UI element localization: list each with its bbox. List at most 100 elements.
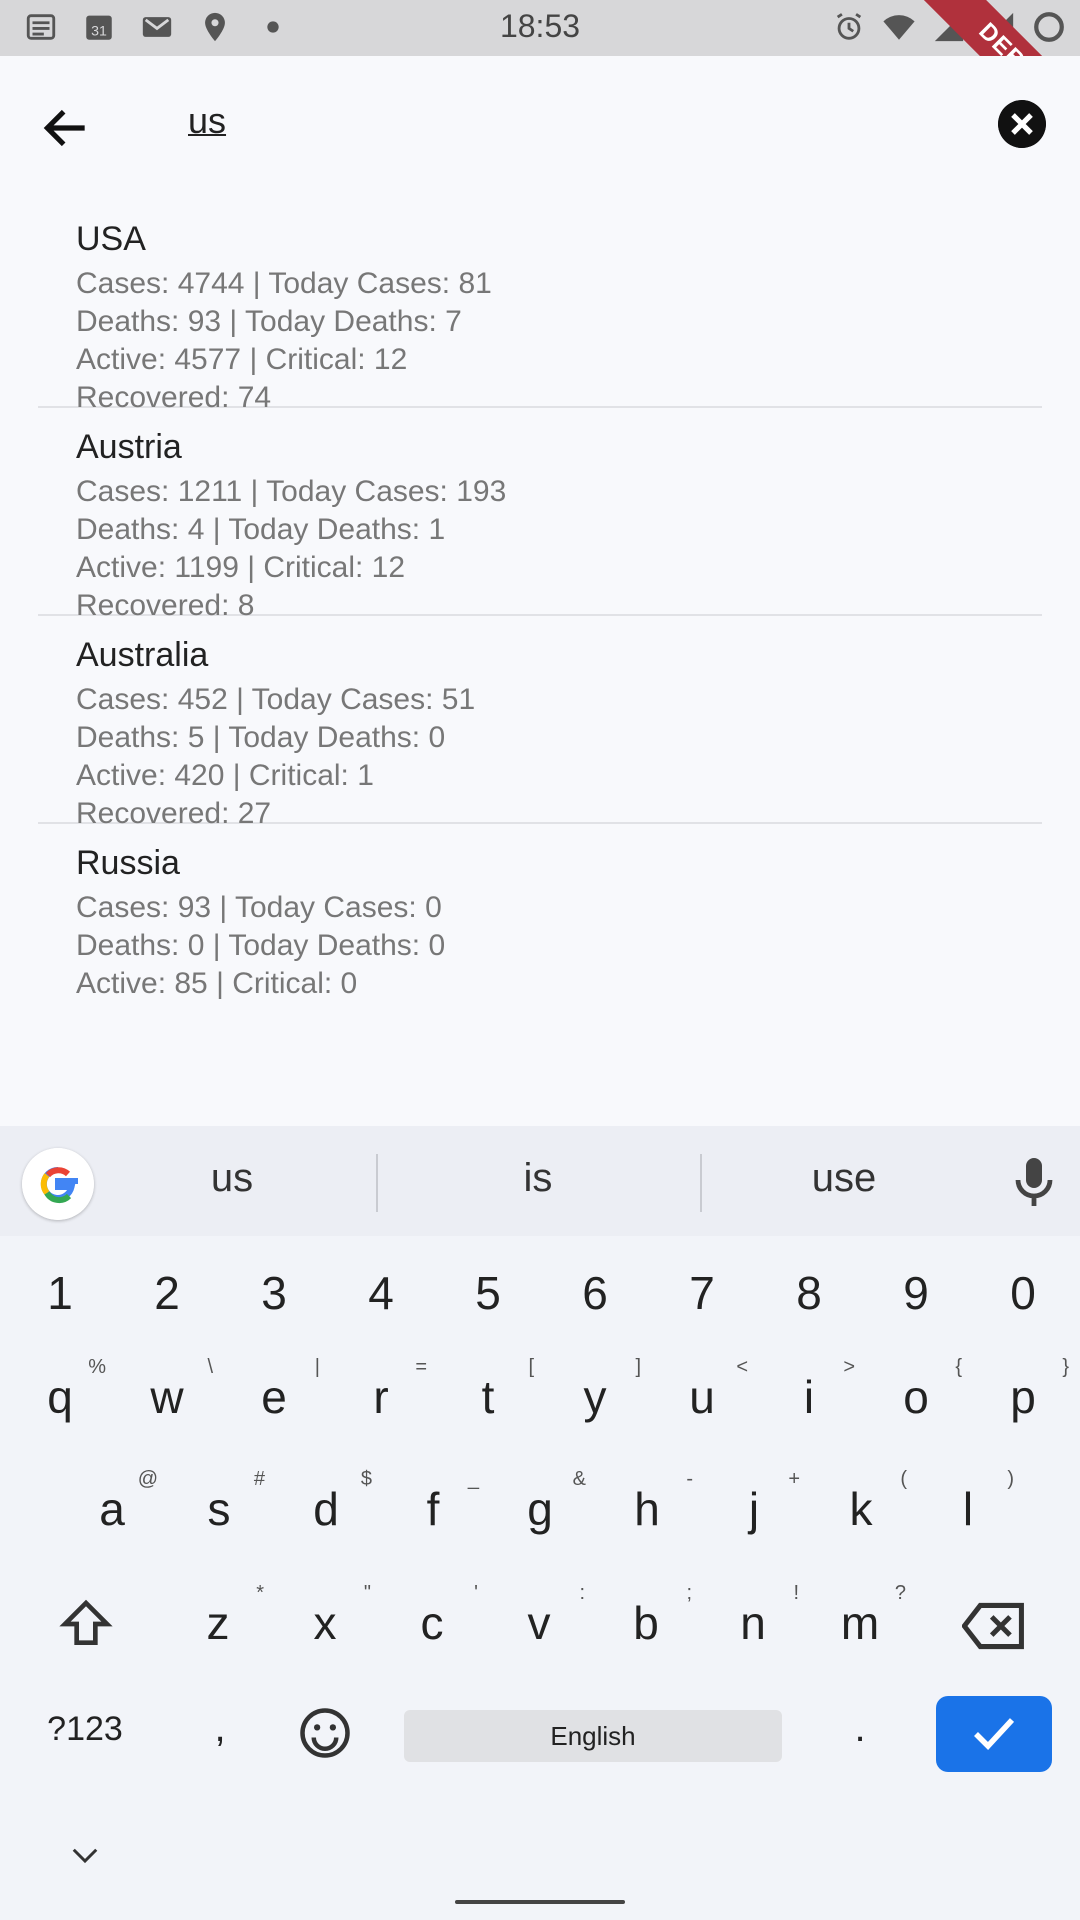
key-alt-label: | <box>314 1356 320 1378</box>
comma-key[interactable]: , <box>176 1706 264 1751</box>
backspace-icon[interactable] <box>962 1600 1026 1652</box>
letter-key-h[interactable]: h- <box>603 1468 693 1536</box>
letter-key-a[interactable]: a @ <box>68 1468 158 1536</box>
letter-key-l[interactable]: l) <box>924 1468 1014 1536</box>
key-alt-label: = <box>415 1356 427 1378</box>
clear-search-icon[interactable] <box>998 100 1046 148</box>
key-alt-label: { <box>955 1356 962 1378</box>
letter-key-v[interactable]: v: <box>495 1582 586 1650</box>
key-alt-label: + <box>788 1468 800 1490</box>
list-item[interactable]: Australia Cases: 452 | Today Cases: 51 D… <box>38 616 1042 830</box>
deaths-line: Deaths: 93 | Today Deaths: 7 <box>76 305 462 338</box>
number-key-7[interactable]: 7 <box>658 1266 746 1320</box>
microphone-icon[interactable] <box>1010 1154 1058 1210</box>
letter-key-k[interactable]: k( <box>817 1468 908 1536</box>
active-line: Active: 4577 | Critical: 12 <box>76 343 408 376</box>
letter-key-x[interactable]: x " <box>281 1582 372 1650</box>
letter-key-n[interactable]: n! <box>709 1582 799 1650</box>
letter-key-f[interactable]: f _ <box>389 1468 479 1536</box>
enter-button[interactable] <box>936 1696 1052 1772</box>
cases-line: Cases: 452 | Today Cases: 51 <box>76 683 476 716</box>
cases-line: Cases: 93 | Today Cases: 0 <box>76 891 442 924</box>
shift-icon[interactable] <box>56 1596 116 1652</box>
status-bar: 31 18:53 DEBUG <box>0 0 1080 164</box>
number-key-3[interactable]: 3 <box>230 1266 318 1320</box>
number-key-4[interactable]: 4 <box>337 1266 425 1320</box>
list-item[interactable]: USA Cases: 4744 | Today Cases: 81 Deaths… <box>38 200 1042 414</box>
country-name: USA <box>76 220 146 258</box>
letter-key-y[interactable]: y] <box>551 1356 642 1424</box>
checkmark-icon <box>974 1718 1015 1751</box>
number-key-2[interactable]: 2 <box>123 1266 211 1320</box>
key-label: h <box>634 1483 660 1535</box>
key-label: v <box>527 1597 551 1649</box>
letter-key-i[interactable]: i > <box>765 1356 855 1424</box>
suggestion-2[interactable]: is <box>388 1156 688 1201</box>
deaths-line: Deaths: 4 | Today Deaths: 1 <box>76 513 446 546</box>
key-alt-label: - <box>686 1468 693 1490</box>
key-alt-label: * <box>256 1582 264 1604</box>
number-key-6[interactable]: 6 <box>551 1266 639 1320</box>
letter-key-b[interactable]: b; <box>602 1582 692 1650</box>
number-key-5[interactable]: 5 <box>444 1266 532 1320</box>
letter-key-u[interactable]: u < <box>658 1356 748 1424</box>
key-label: 6 <box>582 1267 608 1319</box>
home-indicator[interactable] <box>455 1900 625 1904</box>
space-bar[interactable]: English <box>404 1710 782 1762</box>
number-key-1[interactable]: 1 <box>16 1266 104 1320</box>
key-label: i <box>803 1371 815 1423</box>
letter-key-s[interactable]: s # <box>175 1468 266 1536</box>
letter-key-z[interactable]: z * <box>174 1582 265 1650</box>
back-arrow-icon[interactable] <box>38 100 94 156</box>
suggestion-3[interactable]: use <box>694 1156 994 1201</box>
letter-key-r[interactable]: r = <box>337 1356 427 1424</box>
country-name: Russia <box>76 844 180 882</box>
key-label: 2 <box>154 1267 180 1319</box>
letter-key-o[interactable]: o{ <box>872 1356 962 1424</box>
list-item[interactable]: Austria Cases: 1211 | Today Cases: 193 D… <box>38 408 1042 622</box>
results-list[interactable]: USA Cases: 4744 | Today Cases: 81 Deaths… <box>38 200 1042 1126</box>
number-key-0[interactable]: 0 <box>979 1266 1067 1320</box>
letter-key-q[interactable]: q% <box>16 1356 106 1424</box>
symbols-key[interactable]: ?123 <box>40 1710 130 1749</box>
letter-key-p[interactable]: p} <box>979 1356 1069 1424</box>
list-item[interactable]: Russia Cases: 93 | Today Cases: 0 Deaths… <box>38 824 1042 1032</box>
key-alt-label: _ <box>467 1468 479 1490</box>
key-label: t <box>481 1371 495 1423</box>
key-alt-label: ! <box>793 1582 799 1604</box>
letter-key-g[interactable]: g & <box>496 1468 586 1536</box>
key-label: k <box>849 1483 873 1535</box>
key-label: 5 <box>475 1267 501 1319</box>
key-label: m <box>840 1597 880 1649</box>
period-key[interactable]: . <box>816 1706 904 1751</box>
letter-key-c[interactable]: c ' <box>388 1582 479 1650</box>
letter-key-e[interactable]: e | <box>230 1356 320 1424</box>
key-label: n <box>740 1597 766 1649</box>
key-alt-label: ? <box>894 1582 906 1604</box>
key-label: f <box>426 1483 440 1535</box>
number-key-8[interactable]: 8 <box>765 1266 853 1320</box>
collapse-keyboard-icon[interactable] <box>70 1846 100 1866</box>
emoji-icon[interactable] <box>298 1706 352 1760</box>
wifi-icon <box>883 15 915 40</box>
letter-key-m[interactable]: m? <box>816 1582 906 1650</box>
suggestion-strip: us is use <box>0 1126 1080 1236</box>
letter-key-d[interactable]: d $ <box>282 1468 372 1536</box>
suggestion-1[interactable]: us <box>82 1156 382 1201</box>
key-alt-label: ; <box>686 1582 692 1604</box>
letter-key-j[interactable]: j + <box>710 1468 800 1536</box>
letter-key-w[interactable]: w \ <box>123 1356 213 1424</box>
key-label: p <box>1010 1371 1036 1423</box>
key-label: a <box>99 1483 125 1535</box>
key-alt-label: < <box>736 1356 748 1378</box>
letter-key-t[interactable]: t[ <box>444 1356 534 1424</box>
key-label: 7 <box>689 1267 715 1319</box>
key-alt-label: " <box>363 1582 371 1604</box>
key-label: 3 <box>261 1267 287 1319</box>
key-label: l <box>962 1483 974 1535</box>
key-alt-label: ] <box>635 1356 641 1378</box>
number-key-9[interactable]: 9 <box>872 1266 960 1320</box>
key-label: 0 <box>1010 1267 1036 1319</box>
search-input[interactable]: us <box>188 100 226 142</box>
key-label: d <box>313 1483 339 1535</box>
